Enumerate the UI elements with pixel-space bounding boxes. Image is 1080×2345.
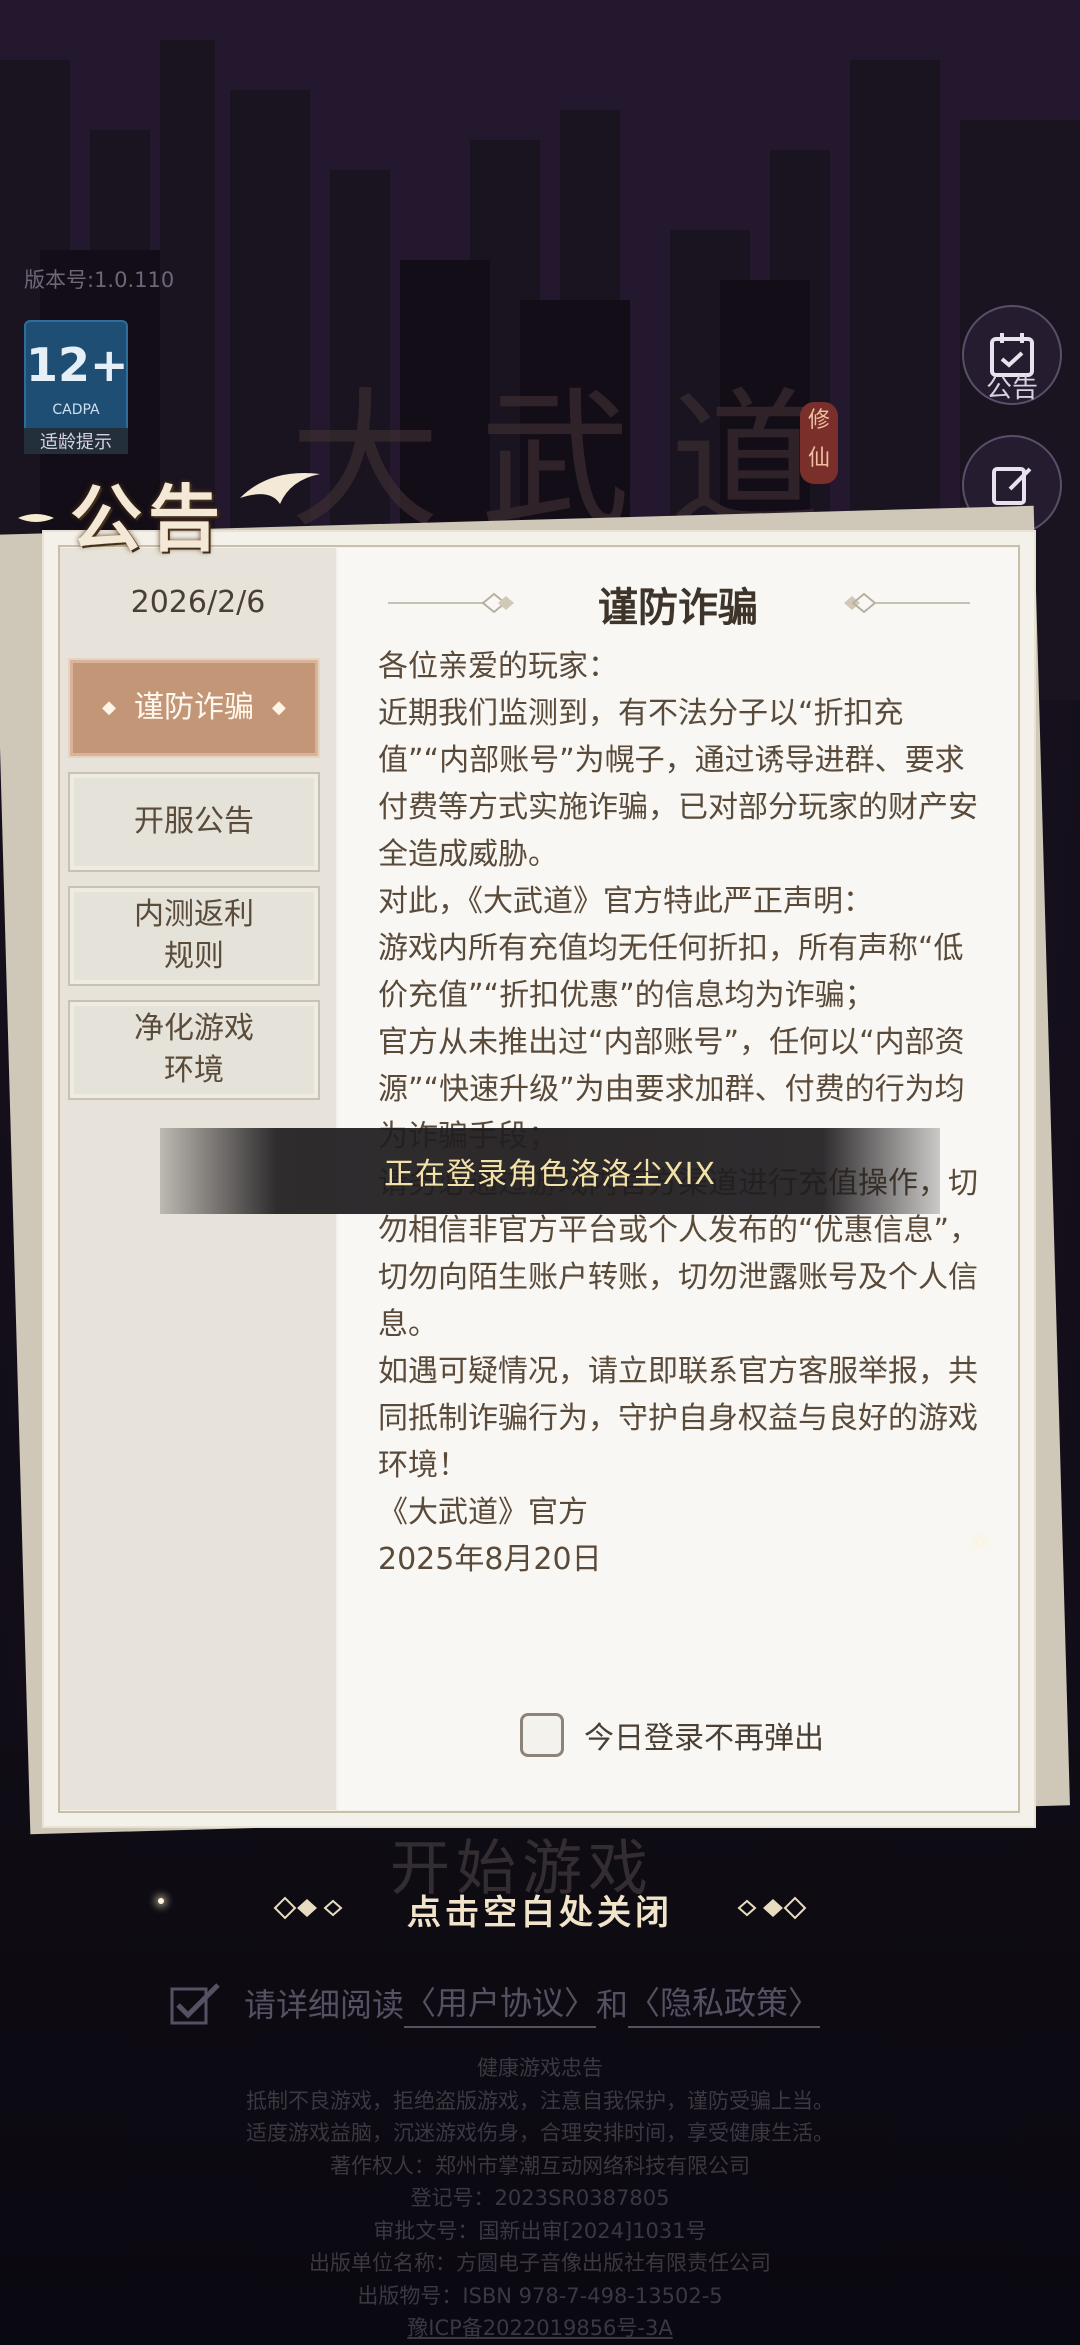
version-text: 版本号:1.0.110 — [24, 268, 175, 292]
footer-line: 出版单位名称：方圆电子音像出版社有限责任公司 — [309, 2251, 771, 2275]
title-ornament-right — [844, 592, 970, 614]
age-rating-number: 12+ — [26, 338, 129, 392]
tab-beta-rebate[interactable]: 内测返利 规则 — [68, 886, 320, 986]
sparkle-star — [978, 1540, 982, 1544]
tab-clean-environment[interactable]: 净化游戏 环境 — [68, 1000, 320, 1100]
article-paragraph: 如遇可疑情况，请立即联系官方客服举报，共同抵制诈骗行为，守护自身权益与良好的游戏… — [378, 1354, 978, 1483]
footer-line: 审批文号：国新出审[2024]1031号 — [373, 2218, 707, 2243]
icp-link[interactable]: 豫ICP备2022019856号-3A — [0, 2312, 1080, 2345]
diamond-icon: ◆ — [102, 697, 116, 718]
edit-icon — [992, 467, 1032, 505]
notice-side-label: 公告 — [985, 374, 1038, 404]
footer-line: 健康游戏忠告 — [477, 2056, 603, 2080]
article-signature: 《大武道》官方 — [378, 1495, 588, 1530]
agreement-and: 和 — [596, 1986, 629, 2024]
health-advisory-footer: 健康游戏忠告 抵制不良游戏，拒绝盗版游戏，注意自我保护，谨防受骗上当。 适度游戏… — [0, 2052, 1080, 2345]
article-paragraph: 游戏内所有充值均无任何折扣，所有声称“低价充值”“折扣优惠”的信息均为诈骗； — [378, 931, 964, 1013]
diamond-icon: ◆ — [272, 697, 286, 718]
tab-server-open[interactable]: 开服公告 — [68, 772, 320, 872]
user-agreement-link[interactable]: 〈用户协议〉 — [404, 1978, 597, 2028]
footer-line: 出版物号：ISBN 978-7-498-13502-5 — [357, 2283, 723, 2308]
sparkle-star — [158, 1898, 164, 1904]
dont-show-today-label: 今日登录不再弹出 — [584, 1721, 824, 1756]
footer-line: 著作权人：郑州市掌潮互动网络科技有限公司 — [330, 2153, 750, 2178]
agreement-row: 请详细阅读 〈用户协议〉 和 〈隐私政策〉 — [170, 1978, 821, 2028]
footer-line: 适度游戏益脑，沉迷游戏伤身，合理安排时间，享受健康生活。 — [246, 2121, 834, 2145]
article-paragraph: 对此，《大武道》官方特此严正声明： — [378, 884, 873, 919]
tab-label: 谨防诈骗 — [134, 690, 254, 725]
tab-label: 开服公告 — [134, 804, 254, 839]
sparkle-decoration — [18, 514, 54, 522]
agreement-prefix: 请详细阅读 — [244, 1986, 405, 2024]
notice-date: 2026/2/6 — [130, 585, 266, 620]
title-seal: 修仙 — [800, 402, 838, 484]
dont-show-today-checkbox[interactable] — [520, 1713, 564, 1757]
agreement-checkbox-icon[interactable] — [170, 1981, 222, 2025]
privacy-policy-link[interactable]: 〈隐私政策〉 — [628, 1978, 821, 2028]
tab-fraud-warning[interactable]: ◆ 谨防诈骗 ◆ — [68, 658, 320, 758]
article-paragraph: 各位亲爱的玩家： — [378, 649, 618, 684]
close-hint[interactable]: 点击空白处关闭 — [0, 1885, 1080, 1934]
login-toast-text: 正在登录角色洛洛尘XIX — [384, 1157, 716, 1192]
age-rating-org: CADPA — [52, 402, 100, 418]
article-date: 2025年8月20日 — [378, 1542, 602, 1577]
article-paragraph: 近期我们监测到，有不法分子以“折扣充值”“内部账号”为幌子，通过诱导进群、要求付… — [378, 696, 978, 872]
login-toast: 正在登录角色洛洛尘XIX — [160, 1128, 940, 1214]
dont-show-today-row[interactable]: 今日登录不再弹出 — [520, 1713, 824, 1757]
notice-header: 公告 — [70, 476, 227, 561]
tab-label: 内测返利 规则 — [134, 897, 254, 974]
age-rating-label: 适龄提示 — [24, 428, 128, 454]
footer-line: 抵制不良游戏，拒绝盗版游戏，注意自我保护，谨防受骗上当。 — [246, 2088, 834, 2113]
article-body: 各位亲爱的玩家： 近期我们监测到，有不法分子以“折扣充值”“内部账号”为幌子，通… — [378, 643, 990, 1583]
close-hint-ornament-right — [737, 1896, 807, 1920]
tab-label: 净化游戏 环境 — [134, 1011, 254, 1088]
wing-decoration — [240, 473, 320, 504]
footer-line: 登记号：2023SR0387805 — [410, 2186, 670, 2210]
